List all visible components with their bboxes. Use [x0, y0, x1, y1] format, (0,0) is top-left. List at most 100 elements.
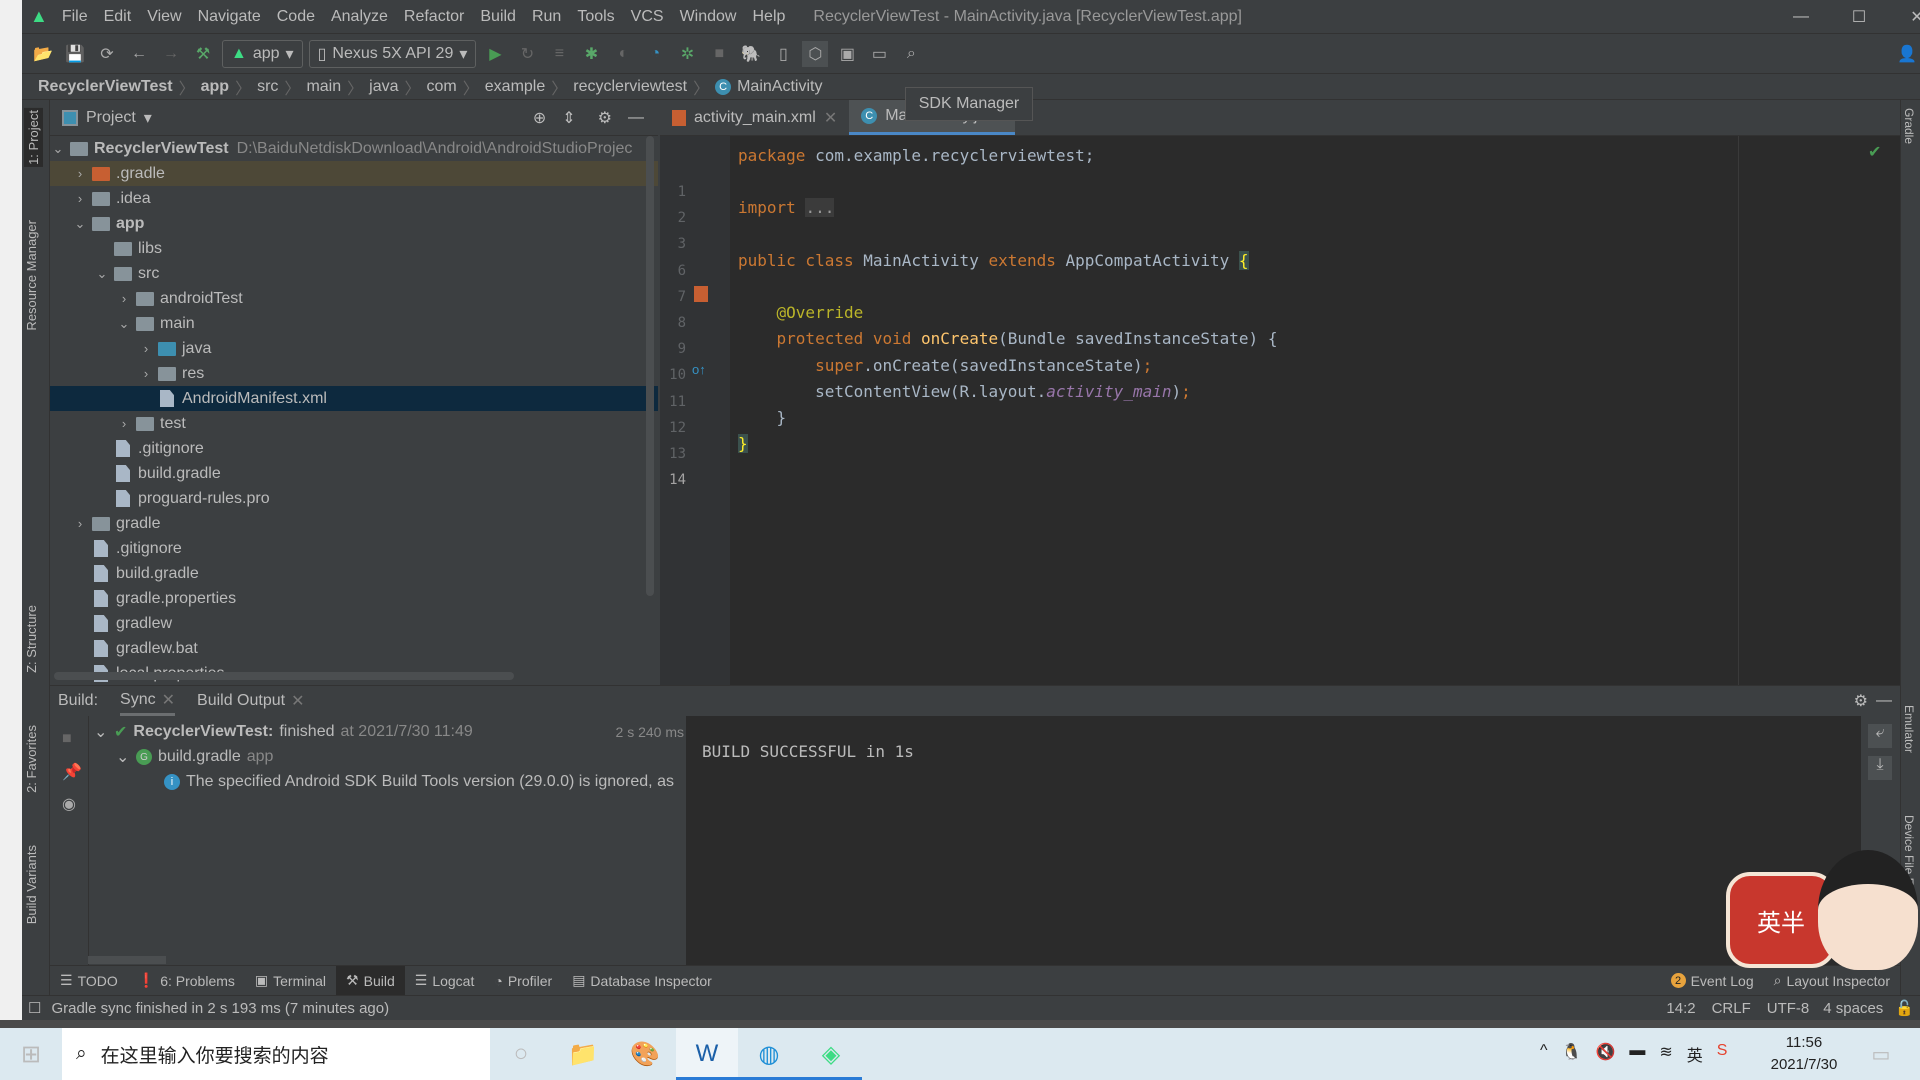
- menu-view[interactable]: View: [139, 8, 189, 26]
- clock[interactable]: 11:56 2021/7/30: [1754, 1032, 1854, 1076]
- minimize-button[interactable]: —: [1772, 0, 1830, 34]
- chevron-up-icon[interactable]: ^: [1540, 1042, 1548, 1066]
- hide-icon[interactable]: —: [1876, 692, 1892, 710]
- account-icon[interactable]: 👤: [1894, 41, 1920, 67]
- wifi-icon[interactable]: ≋: [1659, 1042, 1672, 1066]
- caret-position[interactable]: 14:2: [1666, 1000, 1695, 1017]
- tree-item[interactable]: › gradle: [50, 511, 658, 536]
- tree-scrollbar-vertical[interactable]: [646, 136, 654, 596]
- tree-item[interactable]: .gitignore: [50, 436, 658, 461]
- apply-changes-icon[interactable]: ↻: [514, 41, 540, 67]
- menu-edit[interactable]: Edit: [96, 8, 140, 26]
- pin-icon[interactable]: 📌: [62, 762, 82, 782]
- menu-refactor[interactable]: Refactor: [396, 8, 472, 26]
- tab-build-variants[interactable]: Build Variants: [24, 845, 39, 924]
- android-studio-icon[interactable]: ◈: [800, 1028, 862, 1080]
- sogou-icon[interactable]: S: [1717, 1042, 1728, 1066]
- code-line[interactable]: @Override: [738, 303, 864, 322]
- qq-icon[interactable]: 🐧: [1562, 1042, 1582, 1066]
- run-config-select[interactable]: ▲ app ▾: [222, 39, 303, 68]
- search-icon[interactable]: ⌕: [898, 41, 924, 67]
- save-icon[interactable]: 💾: [62, 41, 88, 67]
- soft-wrap-icon[interactable]: ⤶: [1868, 724, 1892, 748]
- sdk-manager-icon[interactable]: ⬡: [802, 40, 829, 67]
- menu-tools[interactable]: Tools: [569, 8, 622, 26]
- back-icon[interactable]: ←: [126, 41, 152, 67]
- line-separator[interactable]: CRLF: [1712, 1000, 1751, 1017]
- tree-item[interactable]: › .idea: [50, 186, 658, 211]
- cortana-icon[interactable]: ○: [490, 1028, 552, 1080]
- paint-icon[interactable]: 🎨: [614, 1028, 676, 1080]
- toolwindow-logcat[interactable]: ☰ Logcat: [405, 966, 485, 996]
- code-line[interactable]: import ...: [738, 198, 835, 218]
- hide-icon[interactable]: —: [628, 109, 644, 127]
- breadcrumb-item[interactable]: app: [201, 78, 229, 96]
- breadcrumb-item[interactable]: main: [306, 78, 341, 96]
- menu-analyze[interactable]: Analyze: [323, 8, 396, 26]
- build-tree-root[interactable]: ⌄ ✔ RecyclerViewTest: finished at 2021/7…: [94, 720, 684, 744]
- tab-favorites[interactable]: 2: Favorites: [24, 725, 39, 793]
- tree-item[interactable]: gradle.properties: [50, 586, 658, 611]
- debug-icon[interactable]: ✱: [578, 41, 604, 67]
- word-app-icon[interactable]: W: [676, 1028, 738, 1080]
- breadcrumb-item[interactable]: src: [257, 78, 278, 96]
- code-line[interactable]: }: [738, 408, 787, 427]
- toolwindow-terminal[interactable]: ▣ Terminal: [245, 966, 336, 996]
- chevron-right-icon[interactable]: ›: [116, 416, 132, 431]
- code-line[interactable]: package com.example.recyclerviewtest;: [738, 146, 1094, 165]
- breadcrumb-item[interactable]: com: [427, 78, 457, 96]
- tab-resource-manager[interactable]: Resource Manager: [24, 220, 39, 331]
- close-tab-icon[interactable]: ✕: [162, 690, 175, 710]
- close-button[interactable]: ✕: [1888, 0, 1920, 34]
- code-line[interactable]: public class MainActivity extends AppCom…: [738, 250, 1249, 270]
- chevron-right-icon[interactable]: ›: [72, 191, 88, 206]
- file-explorer-icon[interactable]: 📁: [552, 1028, 614, 1080]
- code-line[interactable]: }: [738, 434, 748, 454]
- tab-project[interactable]: 1: Project: [24, 108, 43, 167]
- code-line[interactable]: super.onCreate(savedInstanceState);: [738, 356, 1152, 375]
- tree-item[interactable]: › test: [50, 411, 658, 436]
- project-view-select[interactable]: Project: [86, 109, 136, 127]
- menu-run[interactable]: Run: [524, 8, 569, 26]
- tree-item[interactable]: proguard-rules.pro: [50, 486, 658, 511]
- run-icon[interactable]: ▶: [482, 41, 508, 67]
- build-console[interactable]: BUILD SUCCESSFUL in 1s: [686, 716, 1861, 966]
- tree-item[interactable]: › res: [50, 361, 658, 386]
- ime-indicator[interactable]: 英: [1687, 1042, 1703, 1066]
- eye-icon[interactable]: ◉: [62, 794, 76, 814]
- profile-icon[interactable]: ◔: [642, 41, 668, 67]
- tree-item[interactable]: gradlew.bat: [50, 636, 658, 661]
- chevron-down-icon[interactable]: ⌄: [94, 266, 110, 282]
- tree-item[interactable]: › java: [50, 336, 658, 361]
- tab-activity-main-xml[interactable]: activity_main.xml ✕: [660, 100, 849, 135]
- scroll-to-end-icon[interactable]: ⤓: [1868, 756, 1892, 780]
- volume-muted-icon[interactable]: 🔇: [1595, 1042, 1615, 1066]
- project-structure-icon[interactable]: ▣: [834, 41, 860, 67]
- menu-vcs[interactable]: VCS: [623, 8, 672, 26]
- tree-item[interactable]: .gitignore: [50, 536, 658, 561]
- menu-window[interactable]: Window: [672, 8, 745, 26]
- device-manager-icon[interactable]: ▭: [866, 41, 892, 67]
- gear-icon[interactable]: ⚙: [598, 108, 612, 128]
- coverage-icon[interactable]: ◐: [610, 41, 636, 67]
- code-line[interactable]: protected void onCreate(Bundle savedInst…: [738, 329, 1278, 348]
- battery-icon[interactable]: ▬: [1629, 1042, 1645, 1066]
- status-message[interactable]: Gradle sync finished in 2 s 193 ms (7 mi…: [51, 1000, 389, 1017]
- menu-build[interactable]: Build: [472, 8, 524, 26]
- tree-item[interactable]: ⌄ main: [50, 311, 658, 336]
- chevron-down-icon[interactable]: ⌄: [116, 316, 132, 332]
- gear-icon[interactable]: ⚙: [1854, 691, 1868, 711]
- device-select[interactable]: ▯ Nexus 5X API 29 ▾: [308, 39, 477, 68]
- tree-item[interactable]: gradlew: [50, 611, 658, 636]
- toggle-tool-windows-icon[interactable]: ☐: [28, 999, 41, 1017]
- tree-item[interactable]: AndroidManifest.xml: [50, 386, 658, 411]
- tree-item[interactable]: › .gradle: [50, 161, 658, 186]
- chevron-down-icon[interactable]: ⌄: [116, 747, 130, 767]
- tab-gradle[interactable]: Gradle: [1902, 108, 1916, 144]
- tree-item[interactable]: ⌄ app: [50, 211, 658, 236]
- indent-setting[interactable]: 4 spaces: [1823, 1000, 1883, 1017]
- tree-item[interactable]: build.gradle: [50, 461, 658, 486]
- breadcrumb-item[interactable]: example: [485, 78, 545, 96]
- build-tree-scrollbar[interactable]: [88, 956, 166, 964]
- toolwindow-profiler[interactable]: ◔ Profiler: [484, 966, 562, 996]
